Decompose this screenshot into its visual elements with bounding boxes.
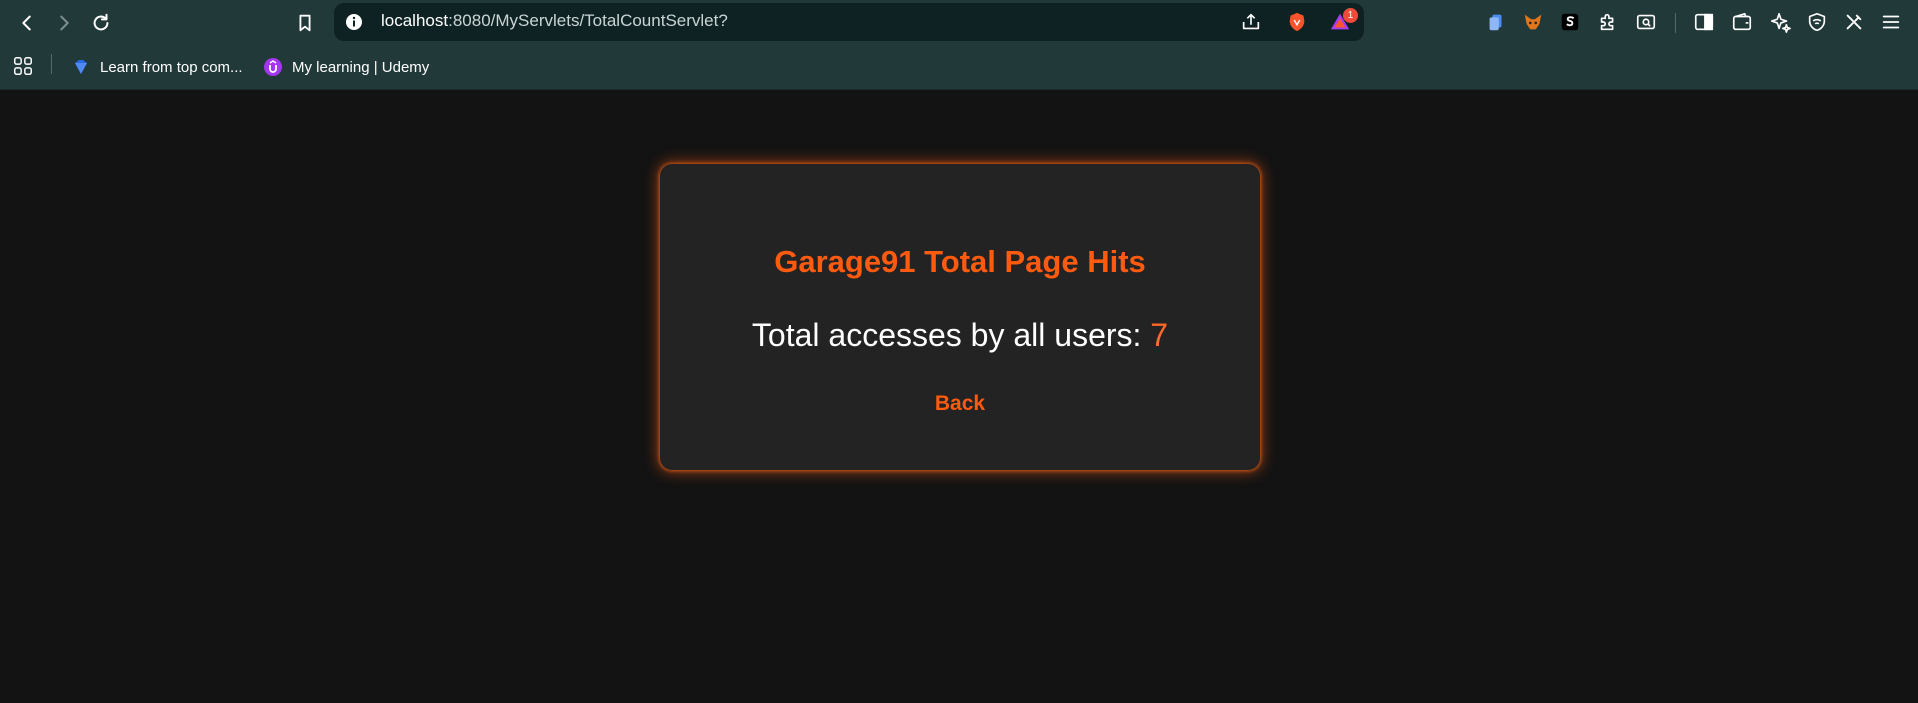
sidebar-icon[interactable] <box>1691 9 1717 35</box>
back-link[interactable]: Back <box>660 392 1260 416</box>
site-info-icon[interactable] <box>344 12 364 32</box>
tab-search-icon[interactable] <box>1633 9 1659 35</box>
total-accesses-label: Total accesses by all users: <box>751 317 1151 353</box>
extension-s-icon[interactable] <box>1557 9 1583 35</box>
reload-icon[interactable] <box>86 8 116 38</box>
extensions-puzzle-icon[interactable] <box>1595 9 1621 35</box>
copy-extension-icon[interactable] <box>1483 9 1509 35</box>
notification-badge: 1 <box>1343 8 1358 23</box>
wallet-icon[interactable] <box>1729 9 1755 35</box>
share-icon[interactable] <box>1238 9 1264 35</box>
bookmark-icon[interactable] <box>290 8 320 38</box>
bookmarks-divider <box>51 54 52 74</box>
udemy-icon <box>263 57 283 77</box>
url-host: localhost <box>381 11 449 30</box>
toolbar-divider <box>1675 13 1676 33</box>
metamask-icon[interactable] <box>1520 9 1546 35</box>
page-title: Garage91 Total Page Hits <box>774 244 1146 279</box>
total-accesses-count: 7 <box>1150 317 1169 353</box>
url-text[interactable]: localhost:8080/MyServlets/TotalCountServ… <box>381 11 728 31</box>
forward-icon[interactable] <box>49 8 79 38</box>
bookmark-label: Learn from top com... <box>100 58 243 76</box>
vpn-shield-icon[interactable] <box>1804 9 1830 35</box>
total-accesses-text: Total accesses by all users: 7 <box>660 317 1260 354</box>
back-icon[interactable] <box>12 8 42 38</box>
bookmark-item-udemy[interactable]: My learning | Udemy <box>263 56 429 78</box>
apps-grid-icon[interactable] <box>10 53 36 79</box>
bookmark-label: My learning | Udemy <box>292 58 430 76</box>
browser-toolbar: localhost:8080/MyServlets/TotalCountServ… <box>0 0 1918 46</box>
menu-icon[interactable] <box>1878 9 1904 35</box>
page-hits-card: Garage91 Total Page Hits Total accesses … <box>660 164 1260 470</box>
brave-shields-icon[interactable] <box>1284 9 1310 35</box>
leo-ai-icon[interactable] <box>1767 9 1793 35</box>
diamond-icon <box>71 57 91 77</box>
bookmark-item-learn[interactable]: Learn from top com... <box>71 56 243 78</box>
url-path: :8080/MyServlets/TotalCountServlet? <box>448 11 728 30</box>
tools-icon[interactable] <box>1841 9 1867 35</box>
